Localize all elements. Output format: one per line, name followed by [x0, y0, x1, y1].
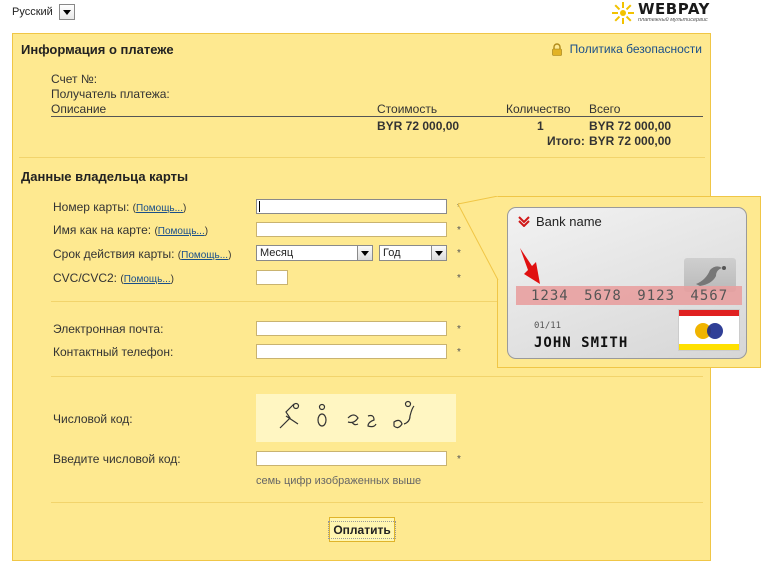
divider: [51, 376, 703, 377]
col-cost: Стоимость: [377, 102, 438, 116]
col-description: Описание: [51, 102, 107, 116]
chevron-down-icon[interactable]: [58, 4, 75, 20]
card-name-label: Имя как на карте: (Помощь...): [53, 223, 209, 237]
col-total: Всего: [589, 102, 621, 116]
recipient-label: Получатель платежа:: [51, 87, 170, 101]
captcha-input-label: Введите числовой код:: [53, 452, 181, 466]
divider: [19, 157, 705, 158]
security-policy-link[interactable]: Политика безопасности: [570, 42, 702, 56]
row-cost: BYR 72 000,00: [377, 119, 460, 133]
callout-pointer: [458, 196, 499, 280]
help-link-card-name[interactable]: Помощь...: [158, 226, 205, 237]
captcha-image: [256, 394, 456, 442]
captcha-label: Числовой код:: [53, 412, 133, 426]
required-mark: *: [457, 347, 461, 358]
bank-name: Bank name: [536, 214, 602, 229]
table-divider: [51, 116, 703, 117]
language-value: Русский: [12, 6, 53, 18]
sample-card-holder: JOHN SMITH: [534, 335, 629, 351]
payment-system-logo: [678, 309, 740, 351]
expiry-year-select[interactable]: Год: [379, 245, 447, 261]
captcha-hint: семь цифр изображенных выше: [256, 475, 422, 487]
webpay-logo: WEBPAY платежный мультисервис: [612, 2, 710, 24]
card-number-label: Номер карты: (Помощь...): [53, 200, 187, 214]
col-quantity: Количество: [506, 102, 571, 116]
expiry-label: Срок действия карты: (Помощь...): [53, 247, 232, 261]
sample-card-number: 1234 5678 9123 4567: [531, 288, 729, 304]
expiry-month-value: Месяц: [260, 247, 294, 259]
expiry-month-select[interactable]: Месяц: [256, 245, 373, 261]
email-label: Электронная почта:: [53, 322, 164, 336]
card-number-input[interactable]: [256, 199, 447, 214]
payment-info-title: Информация о платеже: [21, 42, 174, 57]
phone-label: Контактный телефон:: [53, 345, 174, 359]
sample-card-expiry: 01/11: [534, 321, 562, 331]
captcha-input[interactable]: [256, 451, 447, 466]
expiry-year-value: Год: [383, 247, 401, 259]
phone-input[interactable]: [256, 344, 447, 359]
row-total: BYR 72 000,00: [589, 119, 672, 133]
arrow-icon: [520, 248, 540, 284]
card-owner-title: Данные владельца карты: [21, 169, 189, 184]
help-link-card-number[interactable]: Помощь...: [136, 203, 183, 214]
required-mark: *: [457, 324, 461, 335]
cvc-input[interactable]: [256, 270, 288, 285]
help-link-expiry[interactable]: Помощь...: [181, 250, 228, 261]
grand-total-label: Итого:: [547, 134, 585, 148]
email-input[interactable]: [256, 321, 447, 336]
brand-tagline: платежный мультисервис: [638, 17, 708, 24]
brand-name: WEBPAY: [638, 0, 710, 19]
chevron-down-icon[interactable]: [431, 246, 446, 260]
account-label: Счет №:: [51, 72, 98, 86]
security-policy: Политика безопасности: [551, 42, 702, 56]
bank-logo-icon: [518, 216, 530, 227]
required-mark: *: [457, 454, 461, 465]
pay-button[interactable]: Оплатить: [328, 517, 396, 542]
cvc-label: CVC/CVC2: (Помощь...): [53, 271, 175, 285]
lock-icon: [551, 42, 562, 56]
sun-icon: [612, 2, 634, 24]
card-name-input[interactable]: [256, 222, 447, 237]
help-link-cvc[interactable]: Помощь...: [124, 274, 171, 285]
grand-total-value: BYR 72 000,00: [589, 134, 672, 148]
pay-button-label: Оплатить: [328, 520, 396, 539]
language-select[interactable]: Русский: [12, 4, 75, 20]
divider: [51, 502, 703, 503]
row-quantity: 1: [537, 119, 544, 133]
chevron-down-icon[interactable]: [357, 246, 372, 260]
